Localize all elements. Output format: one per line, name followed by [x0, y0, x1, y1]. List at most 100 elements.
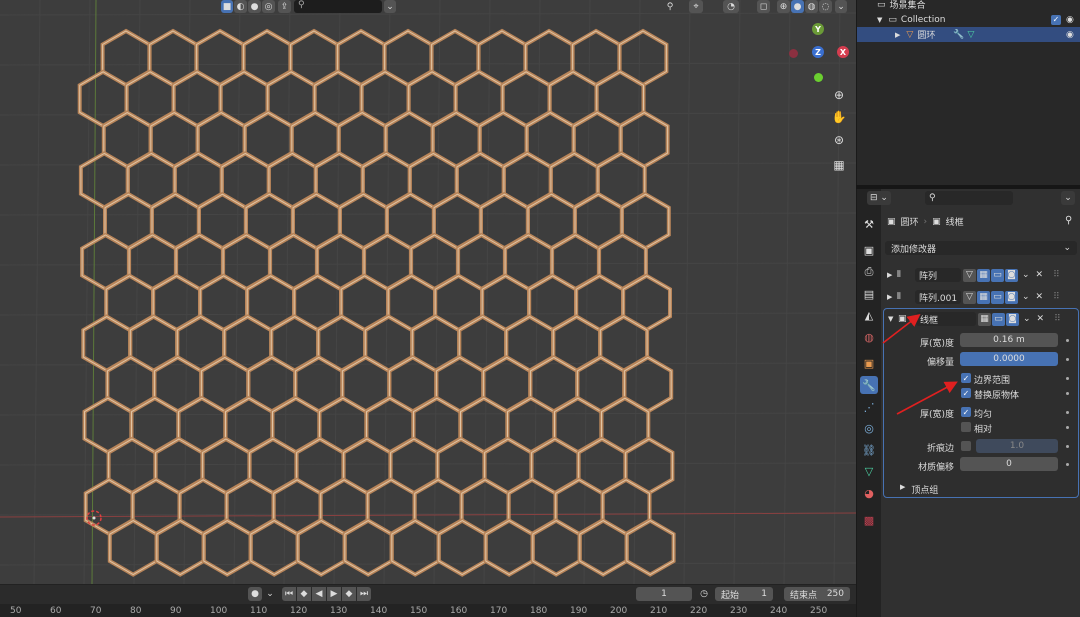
collection-checkbox[interactable]: ✓ — [1051, 14, 1061, 25]
dropdown-icon[interactable]: ⌄ — [1023, 314, 1031, 324]
particles-tab-icon[interactable]: ⋰ — [860, 398, 878, 416]
replace-original-checkbox[interactable]: ✓ — [961, 388, 971, 398]
xray-icon[interactable]: ◻ — [757, 0, 770, 13]
frame-ruler[interactable]: 50 60 70 80 90 100 110 120 130 140 150 160 170 180 190… — [0, 604, 880, 617]
outliner-object[interactable]: ▶ ▽ 圆环 🔧 ▽ ◉ — [857, 27, 1080, 42]
render-tab-icon[interactable]: ▣ — [860, 241, 878, 259]
render-camera-icon[interactable]: ◙ — [1006, 312, 1019, 326]
record-dropdown-icon[interactable]: ⌄ — [266, 587, 274, 601]
cage-icon[interactable]: ▦ — [978, 312, 991, 326]
dropdown-icon[interactable]: ⌄ — [1022, 292, 1030, 302]
close-icon[interactable]: ✕ — [1036, 292, 1044, 302]
cage-icon[interactable]: ▦ — [977, 268, 990, 282]
pin-icon[interactable]: ⚲ — [1065, 215, 1072, 226]
export-icon[interactable]: ⇪ — [278, 0, 291, 13]
vertex-group-subpanel[interactable]: ▶ 顶点组 — [900, 483, 938, 496]
keyframe-dot[interactable] — [1066, 339, 1069, 342]
relative-checkbox[interactable] — [961, 422, 971, 432]
world-tab-icon[interactable]: ◍ — [860, 328, 878, 346]
camera-mode-icon[interactable]: ◎ — [262, 0, 275, 13]
solid-shading-icon[interactable]: ● — [791, 0, 804, 13]
jump-start-icon[interactable]: ⏮ — [282, 587, 296, 601]
modifier-wrench-icon[interactable]: 🔧 — [953, 30, 964, 40]
collapse-icon[interactable]: ▼ — [888, 315, 898, 323]
keyframe-dot[interactable] — [1066, 392, 1069, 395]
output-tab-icon[interactable]: ⎙ — [860, 263, 878, 281]
grid-icon[interactable]: ▦ — [830, 156, 848, 174]
wireframe-shading-icon[interactable]: ⊕ — [777, 0, 790, 13]
shading-dropdown-icon[interactable]: ⌄ — [835, 0, 847, 13]
material-tab-icon[interactable]: ◕ — [860, 484, 878, 502]
object-expand-icon[interactable]: ▶ — [895, 31, 900, 39]
modifier-name-field[interactable]: 阵列.001 — [915, 290, 961, 304]
end-frame-field[interactable]: 结束点 250 — [784, 587, 850, 601]
start-frame-field[interactable]: 起始 1 — [715, 587, 773, 601]
collection-expand-icon[interactable]: ▼ — [877, 16, 882, 24]
expand-icon[interactable]: ▶ — [887, 293, 897, 301]
cage-icon[interactable]: ▦ — [977, 290, 990, 304]
keyframe-dot[interactable] — [1066, 463, 1069, 466]
thickness-field[interactable]: 0.16 m — [960, 333, 1058, 347]
viewport-search-input[interactable]: ⚲ — [294, 0, 382, 13]
material-offset-field[interactable]: 0 — [960, 457, 1058, 471]
tool-tab-icon[interactable]: ⚒ — [860, 215, 878, 233]
shading-icon[interactable]: ◐ — [234, 0, 247, 13]
drag-handle-icon[interactable]: ⠿ — [1053, 270, 1060, 280]
offset-field[interactable]: 0.0000 — [960, 352, 1058, 366]
snap-icon[interactable]: ⌖ — [689, 0, 703, 13]
properties-search-input[interactable]: ⚲ — [925, 191, 1013, 205]
gizmo-y-axis[interactable]: Y — [812, 23, 824, 35]
gizmo-neg-y[interactable] — [814, 73, 823, 82]
play-icon[interactable]: ▶ — [327, 587, 341, 601]
record-icon[interactable]: ● — [248, 587, 262, 601]
expand-icon[interactable]: ▶ — [887, 271, 897, 279]
outliner-scene-collection[interactable]: ▭ 场景集合 — [857, 0, 1080, 12]
gizmo-z-axis[interactable]: Z — [812, 46, 824, 58]
stopwatch-icon[interactable]: ◷ — [697, 587, 711, 601]
object-tab-icon[interactable]: ▣ — [860, 354, 878, 372]
edit-mode-icon[interactable]: ▽ — [963, 290, 976, 304]
keyframe-dot[interactable] — [1066, 426, 1069, 429]
modifier-array-2[interactable]: ▶ ⫴ 阵列.001 ▽ ▦ ▭ ◙ ⌄ ✕ ⠿ — [883, 287, 1079, 307]
dropdown-chevron-icon[interactable]: ⌄ — [384, 0, 396, 13]
crease-weight-field[interactable]: 1.0 — [976, 439, 1058, 453]
modifier-array-1[interactable]: ▶ ⫴ 阵列 ▽ ▦ ▭ ◙ ⌄ ✕ ⠿ — [883, 265, 1079, 285]
keyframe-dot[interactable] — [1066, 377, 1069, 380]
physics-tab-icon[interactable]: ◎ — [860, 419, 878, 437]
dropdown-icon[interactable]: ⌄ — [1022, 270, 1030, 280]
outliner-collection[interactable]: ▼ ▭ Collection ✓ ◉ — [857, 12, 1080, 27]
play-reverse-icon[interactable]: ◀ — [312, 587, 326, 601]
viewport-display-icon[interactable]: ▭ — [992, 312, 1005, 326]
gizmo-neg-x[interactable] — [789, 49, 798, 58]
drag-handle-icon[interactable]: ⠿ — [1054, 314, 1061, 324]
even-checkbox[interactable]: ✓ — [961, 407, 971, 417]
scene-tab-icon[interactable]: ◭ — [860, 306, 878, 324]
constraints-tab-icon[interactable]: ⛓ — [860, 441, 878, 459]
current-frame-field[interactable]: 1 — [636, 587, 692, 601]
keyframe-dot[interactable] — [1066, 445, 1069, 448]
3d-viewport[interactable]: ■ ◐ ● ◎ ⇪ ⚲ ⌄ ⚲ ⌖ ◔ ◻ ⊕ ● ◍ ◌ ⌄ Y Z X ⊕ … — [0, 0, 856, 584]
pivot-icon[interactable]: ⚲ — [663, 0, 677, 13]
close-icon[interactable]: ✕ — [1037, 314, 1045, 324]
select-mode-icon[interactable]: ■ — [221, 0, 233, 13]
render-camera-icon[interactable]: ◙ — [1005, 290, 1018, 304]
data-tab-icon[interactable]: ▽ — [860, 462, 878, 480]
next-keyframe-icon[interactable]: ◆ — [342, 587, 356, 601]
collection-eye-icon[interactable]: ◉ — [1066, 15, 1074, 25]
rendered-shading-icon[interactable]: ◌ — [819, 0, 832, 13]
keyframe-dot[interactable] — [1066, 358, 1069, 361]
zoom-icon[interactable]: ⊕ — [830, 86, 848, 104]
hand-icon[interactable]: ✋ — [830, 108, 848, 126]
viewport-display-icon[interactable]: ▭ — [991, 268, 1004, 282]
edit-mode-icon[interactable]: ▽ — [963, 268, 976, 282]
add-modifier-dropdown[interactable]: 添加修改器 ⌄ — [885, 241, 1077, 255]
crease-checkbox[interactable] — [961, 441, 971, 451]
modifier-name-field[interactable]: 阵列 — [915, 268, 961, 282]
options-dropdown-icon[interactable]: ⌄ — [1061, 191, 1075, 205]
modifier-tab-icon[interactable]: 🔧 — [860, 376, 878, 394]
mesh-data-icon[interactable]: ▽ — [968, 30, 975, 40]
camera-icon[interactable]: ⊛ — [830, 131, 848, 149]
modifier-name-field[interactable]: 线框 — [916, 312, 976, 326]
object-eye-icon[interactable]: ◉ — [1066, 30, 1074, 40]
boundary-checkbox[interactable]: ✓ — [961, 373, 971, 383]
